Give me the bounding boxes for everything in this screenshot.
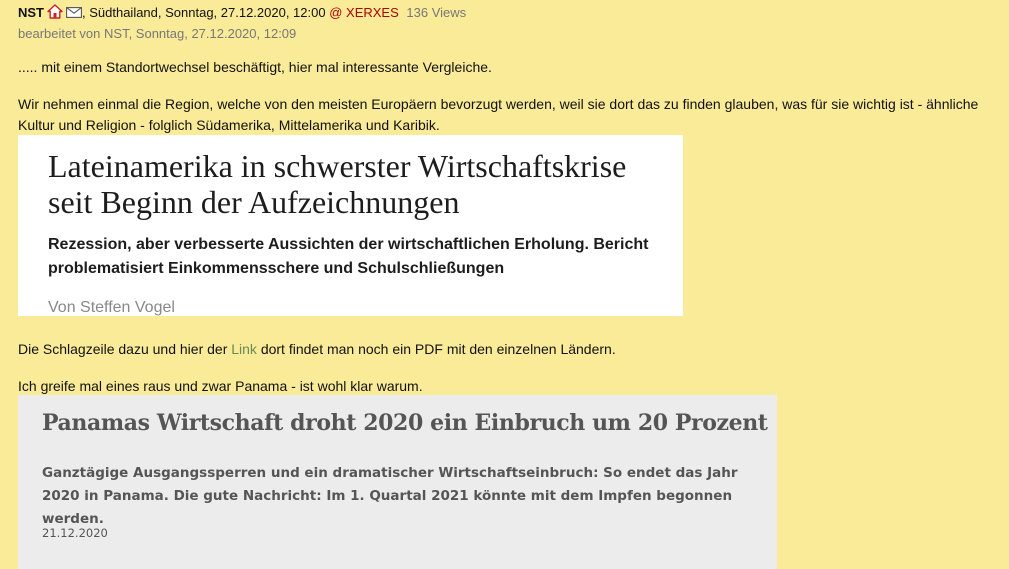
- article-link[interactable]: Link: [231, 341, 257, 357]
- paragraph-link-text-before: Die Schlagzeile dazu und hier der: [18, 341, 232, 357]
- article2-date: 21.12.2020: [42, 526, 108, 540]
- paragraph-link-text-after: dort findet man noch ein PDF mit den ein…: [256, 341, 616, 357]
- post-location-date: , Südthailand, Sonntag, 27.12.2020, 12:0…: [82, 5, 326, 20]
- article1-subtitle: Rezession, aber verbesserte Aussichten d…: [48, 236, 649, 277]
- view-count: 136 Views: [406, 5, 467, 20]
- article1-author: Von Steffen Vogel: [48, 299, 175, 316]
- article2-title: Panamas Wirtschaft droht 2020 ein Einbru…: [42, 410, 768, 436]
- article-image-panama: Panamas Wirtschaft droht 2020 ein Einbru…: [18, 395, 777, 569]
- edited-note: bearbeitet von NST, Sonntag, 27.12.2020,…: [18, 26, 297, 41]
- post-header: NST , Südthailand, Sonntag, 27.12.2020, 1…: [18, 4, 466, 22]
- article-image-lateinamerika: Lateinamerika in schwerster Wirtschaftsk…: [18, 135, 683, 316]
- paragraph-link: Die Schlagzeile dazu und hier der Link d…: [18, 339, 616, 360]
- recipient-link[interactable]: @ XERXES: [329, 5, 399, 20]
- mail-icon[interactable]: [66, 6, 82, 21]
- paragraph-region: Wir nehmen einmal die Region, welche von…: [18, 96, 979, 133]
- paragraph-panama: Ich greife mal eines raus und zwar Panam…: [18, 378, 423, 394]
- article2-subtitle: Ganztägige Ausgangssperren und ein drama…: [42, 465, 738, 527]
- home-icon[interactable]: [47, 4, 63, 22]
- author-name[interactable]: NST: [18, 5, 44, 20]
- article1-title: Lateinamerika in schwerster Wirtschaftsk…: [48, 148, 627, 220]
- paragraph-intro: ..... mit einem Standortwechsel beschäft…: [18, 59, 492, 75]
